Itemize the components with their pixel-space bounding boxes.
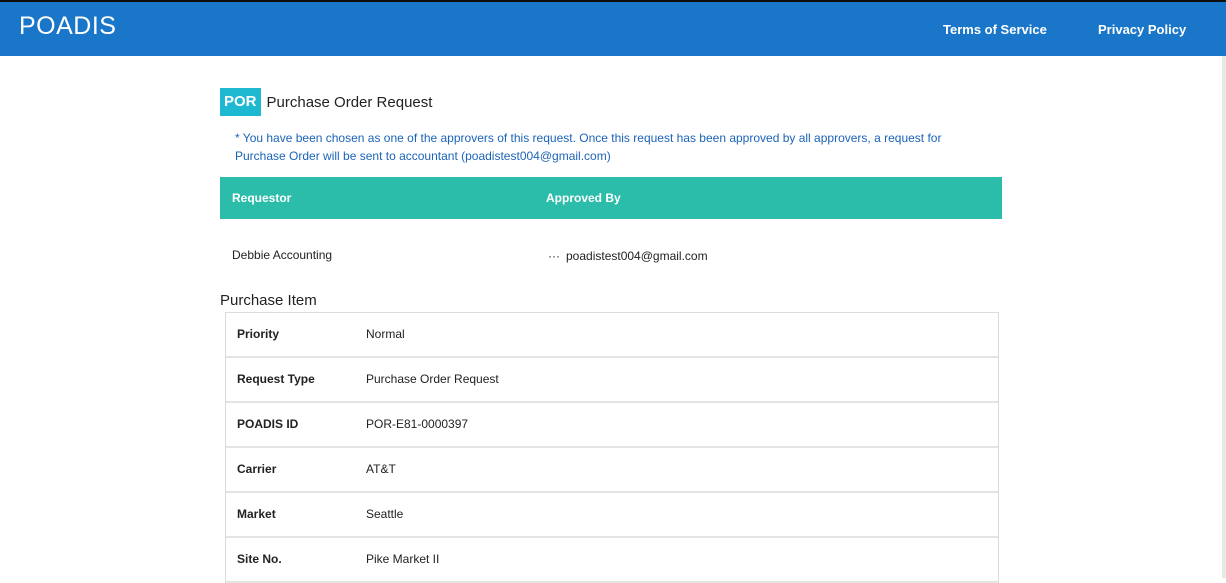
request-type-value: Purchase Order Request — [366, 372, 499, 386]
terms-of-service-link[interactable]: Terms of Service — [943, 22, 1047, 37]
privacy-policy-link[interactable]: Privacy Policy — [1098, 22, 1186, 37]
page-title-text: Purchase Order Request — [266, 93, 433, 111]
site-no-value: Pike Market II — [366, 552, 440, 566]
pending-dots-icon: ··· — [548, 249, 560, 263]
table-row: POADIS ID POR-E81-0000397 — [226, 403, 998, 448]
carrier-value: AT&T — [366, 462, 396, 476]
poadis-id-value: POR-E81-0000397 — [366, 417, 469, 431]
table-row: Carrier AT&T — [226, 448, 998, 493]
priority-label: Priority — [237, 327, 280, 341]
table-row: Priority Normal — [226, 313, 998, 358]
approver-row: Debbie Accounting ··· poadistest004@gmail… — [220, 219, 1002, 279]
poadis-id-label: POADIS ID — [237, 417, 299, 431]
approved-by-cell: ··· poadistest004@gmail.com — [548, 249, 708, 263]
site-no-label: Site No. — [237, 552, 282, 566]
requestor-header: Requestor — [232, 191, 292, 205]
priority-value: Normal — [366, 327, 405, 341]
market-value: Seattle — [366, 507, 404, 521]
page-title: POR Purchase Order Request — [220, 88, 432, 116]
requestor-name: Debbie Accounting — [232, 248, 333, 262]
table-row: Request Type Purchase Order Request — [226, 358, 998, 403]
top-navbar: POADIS Terms of Service Privacy Policy — [0, 0, 1226, 56]
approved-by-header: Approved By — [546, 191, 621, 205]
table-row: Market Seattle — [226, 493, 998, 538]
purchase-item-table: Priority Normal Request Type Purchase Or… — [225, 312, 999, 583]
poadis-logo[interactable]: POADIS — [19, 12, 116, 41]
carrier-label: Carrier — [237, 462, 277, 476]
request-type-label: Request Type — [237, 372, 315, 386]
purchase-item-title: Purchase Item — [220, 292, 317, 309]
approver-notice: * You have been chosen as one of the app… — [235, 131, 942, 163]
table-row: Site No. Pike Market II — [226, 538, 998, 583]
approver-table-header: Requestor Approved By — [220, 177, 1002, 219]
por-badge: POR — [220, 88, 261, 116]
market-label: Market — [237, 507, 276, 521]
approver-email: poadistest004@gmail.com — [566, 249, 708, 263]
page-scrollbar[interactable] — [1222, 56, 1226, 578]
